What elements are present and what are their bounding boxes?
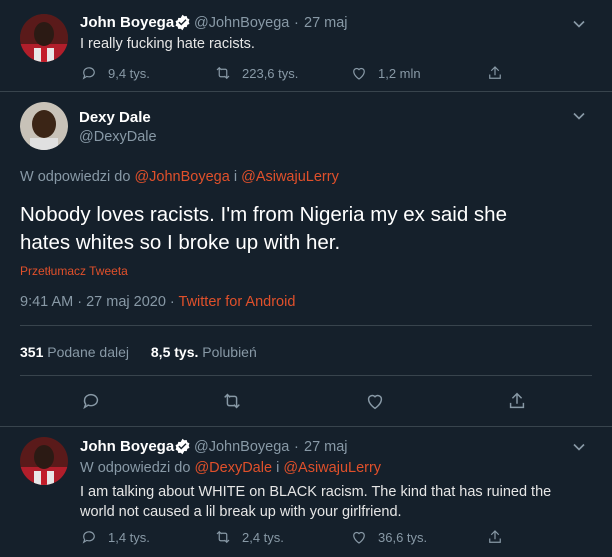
avatar-john-boyega[interactable]	[20, 437, 68, 485]
reply-button[interactable]	[80, 390, 102, 412]
like-count: 1,2 mln	[378, 65, 421, 81]
share-button[interactable]	[506, 390, 528, 412]
retweet-icon	[216, 530, 230, 544]
author-name[interactable]: John Boyega	[80, 438, 174, 455]
share-button[interactable]	[486, 528, 504, 546]
reply-button[interactable]: 1,4 tys.	[80, 528, 150, 546]
mention-link[interactable]: @AsiwajuLerry	[283, 460, 381, 476]
verified-icon	[174, 438, 191, 460]
retweet-stat[interactable]: 351 Podane dalej	[20, 344, 133, 360]
tweet-timestamp[interactable]: 9:41 AM · 27 maj 2020 ·	[20, 294, 175, 310]
retweet-button[interactable]	[221, 390, 243, 412]
heart-icon	[353, 531, 365, 544]
author-name[interactable]: Dexy Dale	[79, 109, 151, 126]
tweet-text: I really fucking hate racists.	[80, 36, 255, 52]
share-icon	[489, 530, 501, 543]
separator-dot: ·	[294, 15, 299, 31]
tweet-text-line: hates whites so I broke up with her.	[20, 231, 341, 254]
tweet-text-line: Nobody loves racists. I'm from Nigeria m…	[20, 203, 507, 226]
reply-button[interactable]: 9,4 tys.	[80, 64, 150, 82]
tweet-text: I am talking about WHITE on BLACK racism…	[80, 482, 551, 522]
separator-dot: ·	[294, 439, 299, 455]
share-icon	[509, 392, 525, 409]
chevron-down-icon[interactable]	[569, 106, 589, 126]
like-button[interactable]: 1,2 mln	[350, 64, 421, 82]
heart-icon	[367, 394, 383, 410]
author-handle[interactable]: @JohnBoyega	[194, 439, 289, 455]
tweet-john-boyega-1[interactable]: John Boyega @JohnBoyega · 27 maj I reall…	[0, 0, 612, 91]
tweet-text: Nobody loves racists. I'm from Nigeria m…	[20, 201, 507, 257]
reply-icon	[83, 393, 99, 410]
author-handle[interactable]: @JohnBoyega	[194, 15, 289, 31]
reply-count: 9,4 tys.	[108, 65, 150, 81]
tweet-date[interactable]: 27 maj	[304, 15, 348, 31]
divider	[20, 325, 592, 326]
share-icon	[489, 66, 501, 79]
divider	[20, 375, 592, 376]
retweet-icon	[224, 393, 240, 409]
retweet-stat-count: 351	[20, 344, 44, 360]
like-stat[interactable]: 8,5 tys. Polubień	[151, 344, 257, 360]
retweet-button[interactable]: 223,6 tys.	[214, 64, 298, 82]
like-stat-label: Polubień	[202, 344, 257, 360]
reply-prefix: W odpowiedzi do	[20, 169, 131, 185]
heart-icon	[353, 67, 365, 80]
share-button[interactable]	[486, 64, 504, 82]
tweet-meta: 9:41 AM · 27 maj 2020 · Twitter for Andr…	[20, 294, 295, 310]
retweet-icon	[216, 66, 230, 80]
chevron-down-icon[interactable]	[569, 14, 589, 34]
author-handle[interactable]: @DexyDale	[79, 129, 157, 145]
like-button[interactable]	[364, 390, 386, 412]
reply-and: i	[233, 169, 238, 185]
avatar-dexy-dale[interactable]	[20, 102, 68, 150]
reply-icon	[82, 67, 95, 80]
reply-and: i	[276, 460, 280, 476]
reply-context: W odpowiedzi do @DexyDale i @AsiwajuLerr…	[80, 460, 381, 476]
retweet-stat-label: Podane dalej	[47, 344, 129, 360]
reply-count: 1,4 tys.	[108, 529, 150, 545]
mention-link[interactable]: @DexyDale	[194, 460, 272, 476]
tweet-source[interactable]: Twitter for Android	[179, 294, 296, 310]
reply-context: W odpowiedzi do @JohnBoyega i @AsiwajuLe…	[20, 169, 339, 185]
tweet-text-line: world not caused a lil break up with you…	[80, 504, 402, 520]
tweet-date[interactable]: 27 maj	[304, 439, 348, 455]
like-button[interactable]: 36,6 tys.	[350, 528, 427, 546]
avatar-john-boyega[interactable]	[20, 14, 68, 62]
verified-icon	[174, 14, 191, 36]
retweet-button[interactable]: 2,4 tys.	[214, 528, 284, 546]
tweet-stats: 351 Podane dalej 8,5 tys. Polubień	[20, 344, 257, 360]
tweet-text-line: I am talking about WHITE on BLACK racism…	[80, 484, 552, 500]
retweet-count: 223,6 tys.	[242, 65, 299, 81]
reply-prefix: W odpowiedzi do	[80, 460, 191, 476]
like-stat-count: 8,5 tys.	[150, 344, 199, 360]
retweet-count: 2,4 tys.	[242, 529, 284, 545]
reply-icon	[82, 531, 95, 544]
mention-link[interactable]: @JohnBoyega	[134, 169, 229, 185]
tweet-john-boyega-2[interactable]: John Boyega @JohnBoyega · 27 maj W odpow…	[0, 427, 612, 557]
like-count: 36,6 tys.	[378, 529, 428, 545]
mention-link[interactable]: @AsiwajuLerry	[241, 169, 339, 185]
author-name[interactable]: John Boyega	[80, 14, 174, 31]
translate-link[interactable]: Przetłumacz Tweeta	[20, 264, 128, 278]
chevron-down-icon[interactable]	[569, 437, 589, 457]
